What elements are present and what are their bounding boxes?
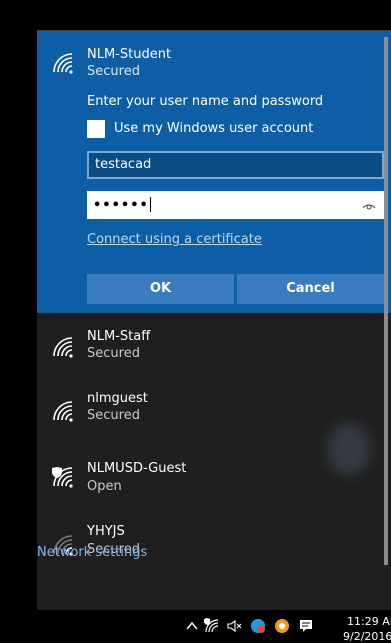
username-value: testacad — [95, 157, 152, 172]
credentials-prompt: Enter your user name and password — [87, 94, 324, 109]
clock-time[interactable]: 11:29 AM — [347, 615, 391, 628]
active-network-name: NLM-Student — [87, 47, 172, 62]
background-glow — [327, 423, 371, 475]
network-name: nlmguest — [87, 391, 148, 406]
network-item-yhyjs[interactable]: YHYJS Secured — [37, 511, 391, 577]
wifi-icon — [51, 337, 77, 359]
password-value: •••••• — [93, 198, 149, 213]
network-flyout: NLM-Student Secured Enter your user name… — [37, 30, 391, 610]
network-status: Secured — [87, 346, 140, 361]
text-caret — [149, 197, 151, 212]
username-field[interactable]: testacad — [87, 151, 384, 179]
scrollbar-thumb[interactable] — [384, 37, 388, 565]
cancel-button[interactable]: Cancel — [237, 274, 384, 304]
network-name: NLM-Staff — [87, 329, 151, 344]
network-name: NLMUSD-Guest — [87, 461, 187, 476]
scrollbar[interactable] — [383, 37, 389, 565]
connect-certificate-link[interactable]: Connect using a certificate — [87, 232, 262, 247]
clock-date[interactable]: 9/2/2016 — [343, 630, 391, 643]
wifi-tray-icon[interactable] — [204, 618, 220, 634]
network-status: Secured — [87, 408, 140, 423]
skype-icon[interactable] — [250, 618, 266, 634]
network-name: YHYJS — [87, 524, 125, 539]
app-orange-icon[interactable] — [274, 618, 290, 634]
windows-account-checkbox-label[interactable]: Use my Windows user account — [114, 121, 313, 136]
action-center-icon[interactable] — [298, 618, 314, 634]
windows-account-checkbox[interactable] — [87, 120, 105, 138]
network-item-nlm-staff[interactable]: NLM-Staff Secured — [37, 313, 391, 379]
chevron-up-icon[interactable] — [184, 618, 200, 634]
wifi-icon — [51, 401, 77, 423]
volume-muted-icon[interactable] — [226, 618, 242, 634]
reveal-password-icon[interactable] — [362, 199, 376, 211]
network-settings-link[interactable]: Network settings — [37, 545, 147, 560]
wifi-shield-icon — [51, 467, 77, 489]
ok-button[interactable]: OK — [87, 274, 234, 304]
password-field[interactable]: •••••• — [87, 191, 384, 219]
active-network-panel: NLM-Student Secured Enter your user name… — [37, 31, 391, 313]
network-status: Open — [87, 479, 122, 494]
active-network-status: Secured — [87, 64, 140, 79]
taskbar: 11:29 AM 9/2/2016 — [0, 610, 391, 643]
wifi-icon — [51, 53, 77, 75]
